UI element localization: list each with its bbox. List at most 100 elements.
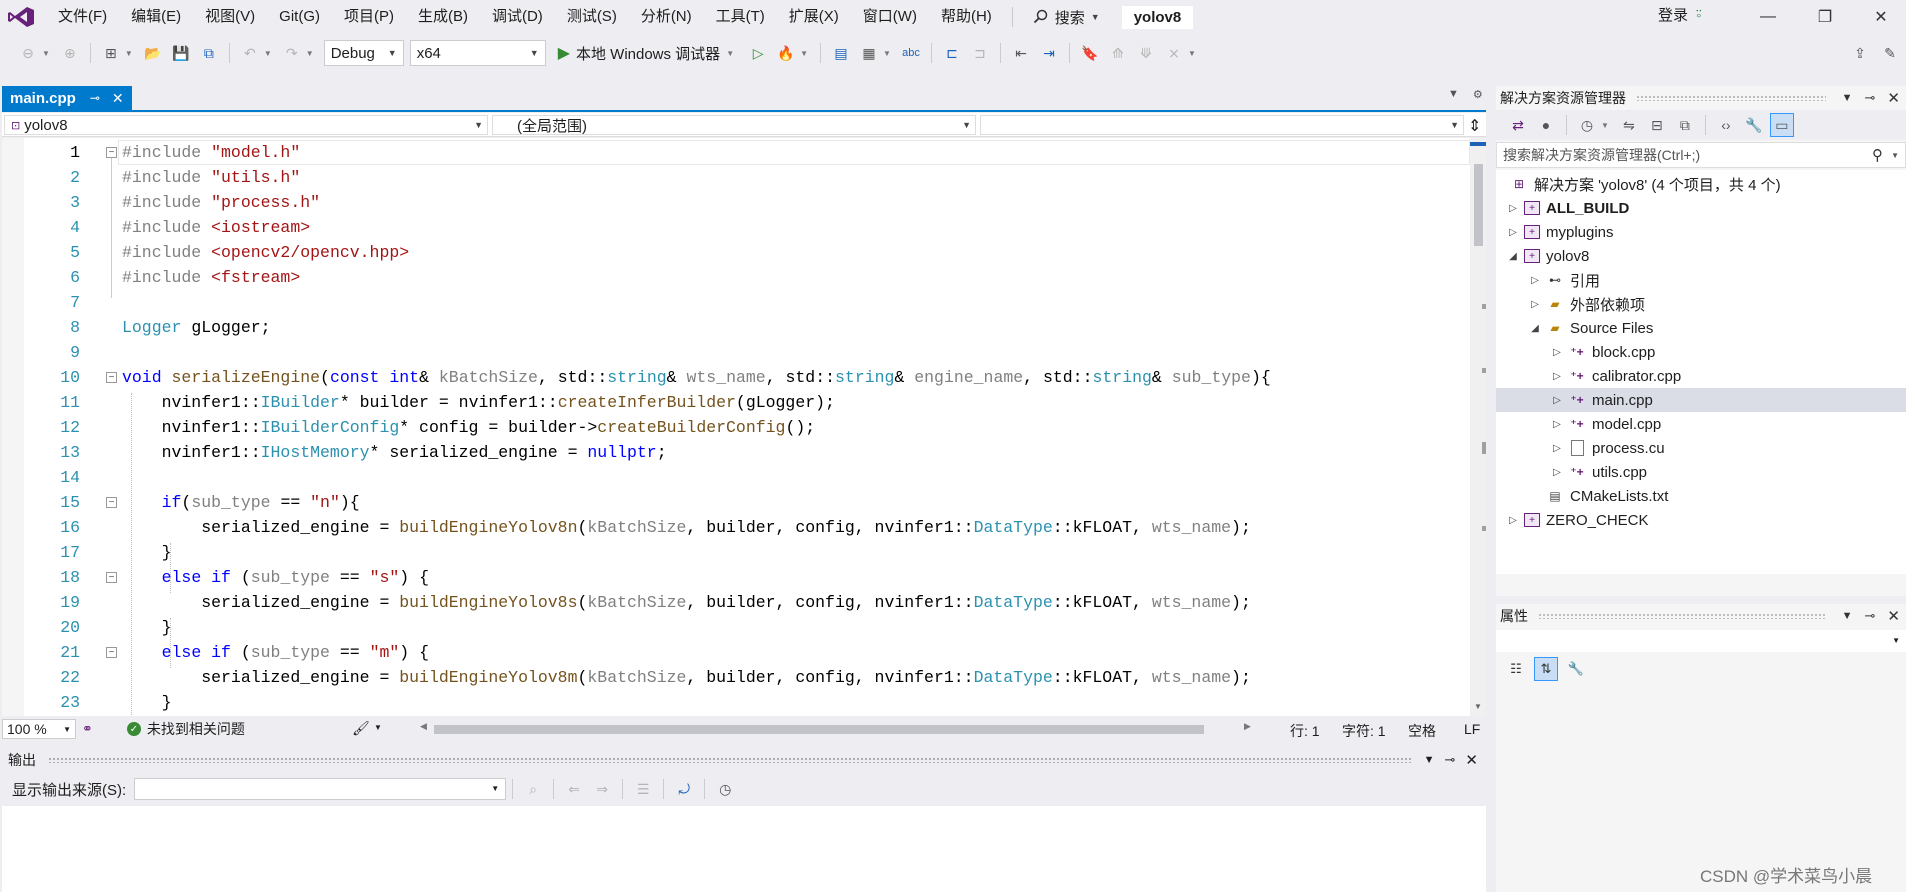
char-indicator[interactable]: 字符: 1	[1342, 721, 1386, 741]
tree-item-file-selected[interactable]: ▷ ⁺+ main.cpp	[1496, 388, 1906, 412]
expand-icon[interactable]: ▷	[1550, 395, 1564, 406]
intellicode-icon[interactable]: ⚭	[82, 721, 93, 737]
scroll-down-icon[interactable]: ▼	[1474, 702, 1482, 711]
collapse-all-icon[interactable]: ⊟	[1645, 113, 1669, 137]
show-all-files-icon[interactable]: ⧉	[1673, 113, 1697, 137]
scrollbar-thumb[interactable]	[1474, 164, 1483, 246]
pending-changes-filter-icon[interactable]: ◷	[1575, 113, 1599, 137]
tree-item-solution[interactable]: ⊞ 解决方案 'yolov8' (4 个项目，共 4 个)	[1496, 172, 1906, 196]
navigate-forward-icon[interactable]: ⊕	[58, 41, 82, 65]
issues-indicator[interactable]: ✓ 未找到相关问题	[126, 719, 245, 739]
tree-item-external-deps[interactable]: ▷ ▰ 外部依赖项	[1496, 292, 1906, 316]
horizontal-scrollbar[interactable]: ◀ ▶	[414, 721, 1254, 734]
sync-icon[interactable]: ⇋	[1617, 113, 1641, 137]
tree-item-file[interactable]: ▷ ⁺+ model.cpp	[1496, 412, 1906, 436]
feedback-icon[interactable]: ✎	[1878, 41, 1902, 65]
clock-icon[interactable]: ◷	[713, 777, 737, 801]
output-source-select[interactable]: ▼	[134, 778, 507, 800]
member-combo[interactable]: ▼	[980, 115, 1464, 135]
output-text-area[interactable]	[2, 806, 1486, 892]
expand-icon[interactable]: ▷	[1506, 203, 1520, 214]
word-wrap-icon[interactable]: ⤾	[672, 777, 696, 801]
close-window-button[interactable]: ✕	[1858, 0, 1904, 34]
close-icon[interactable]: ✕	[1887, 607, 1900, 625]
line-indicator[interactable]: 行: 1	[1290, 721, 1320, 741]
code-text[interactable]: #include "model.h" #include "utils.h" #i…	[122, 140, 1271, 715]
panel-dropdown-icon[interactable]: ▼	[1842, 610, 1853, 622]
collapse-icon[interactable]: −	[106, 647, 117, 658]
close-icon[interactable]: ✕	[1887, 89, 1900, 107]
undo-icon[interactable]: ↶	[238, 41, 262, 65]
panel-dropdown-icon[interactable]: ▼	[1424, 754, 1435, 766]
expand-icon[interactable]: ▷	[1550, 467, 1564, 478]
tree-item-file[interactable]: ▷ ⁺+ block.cpp	[1496, 340, 1906, 364]
categorized-icon[interactable]: ☷	[1504, 657, 1528, 681]
redo-icon[interactable]: ↷	[280, 41, 304, 65]
menu-debug[interactable]: 调试(D)	[480, 0, 555, 34]
gear-icon[interactable]: ⚙	[1473, 88, 1483, 101]
tree-item-file[interactable]: ▷ ⁺+ utils.cpp	[1496, 460, 1906, 484]
login-area[interactable]: 登录 ⍤	[1658, 4, 1704, 25]
tab-main-cpp[interactable]: main.cpp ⊸ ✕	[2, 86, 132, 110]
expand-icon[interactable]: ▷	[1528, 299, 1542, 310]
expand-icon[interactable]: ▷	[1550, 419, 1564, 430]
previous-bookmark-icon[interactable]: ⟰	[1106, 41, 1130, 65]
next-bookmark-icon[interactable]: ⟱	[1134, 41, 1158, 65]
start-debugging-button[interactable]: ▶ 本地 Windows 调试器 ▼	[554, 43, 744, 64]
wrench-icon[interactable]: 🔧	[1742, 113, 1766, 137]
tree-item-project[interactable]: ▷ + ZERO_CHECK	[1496, 508, 1906, 532]
scrollbar-thumb[interactable]	[434, 725, 1204, 734]
platform-select[interactable]: x64 ▼	[409, 40, 546, 66]
view-code-icon[interactable]: ‹›	[1714, 113, 1738, 137]
close-icon[interactable]: ✕	[112, 90, 124, 107]
scope-combo[interactable]: (全局范围) ▼	[492, 115, 976, 135]
menu-help[interactable]: 帮助(H)	[929, 0, 1004, 34]
tree-item-project[interactable]: ▷ + ALL_BUILD	[1496, 196, 1906, 220]
tree-item-file[interactable]: ▷ ⁺+ calibrator.cpp	[1496, 364, 1906, 388]
expand-icon[interactable]: ▷	[1550, 443, 1564, 454]
navigate-back-icon[interactable]: ⊖	[16, 41, 40, 65]
menu-extensions[interactable]: 扩展(X)	[777, 0, 851, 34]
bookmark-icon[interactable]: 🔖	[1078, 41, 1102, 65]
tree-item-file[interactable]: ▤ CMakeLists.txt	[1496, 484, 1906, 508]
menu-git[interactable]: Git(G)	[267, 0, 332, 34]
close-icon[interactable]: ✕	[1465, 751, 1478, 769]
decrease-indent-icon[interactable]: ⇤	[1009, 41, 1033, 65]
tree-item-references[interactable]: ▷ ⊷ 引用	[1496, 268, 1906, 292]
tab-list-dropdown-icon[interactable]: ▼	[1448, 88, 1459, 101]
tree-item-source-files[interactable]: ◢ ▰ Source Files	[1496, 316, 1906, 340]
switch-views-icon[interactable]: ⇄	[1506, 113, 1530, 137]
hot-reload-icon[interactable]: 🔥	[774, 41, 798, 65]
tree-item-project[interactable]: ◢ + yolov8	[1496, 244, 1906, 268]
panel-dropdown-icon[interactable]: ▼	[1842, 92, 1853, 104]
alphabetical-icon[interactable]: ⇅	[1534, 657, 1558, 681]
drag-grip[interactable]	[1636, 95, 1826, 101]
drag-grip[interactable]	[48, 757, 1412, 763]
pin-icon[interactable]: ⊸	[90, 91, 100, 105]
open-folder-icon[interactable]: 📂	[141, 41, 165, 65]
share-icon[interactable]: ⇪	[1848, 41, 1872, 65]
pin-icon[interactable]: ⊸	[1865, 90, 1876, 106]
vertical-scrollbar[interactable]: ▼	[1470, 138, 1486, 716]
new-project-icon[interactable]: ⊞	[99, 41, 123, 65]
indicator-margin[interactable]	[2, 138, 24, 716]
menu-view[interactable]: 视图(V)	[193, 0, 267, 34]
home-icon[interactable]: ●	[1534, 113, 1558, 137]
solution-explorer-toolbar-icon[interactable]: ▤	[829, 41, 853, 65]
properties-object-select[interactable]: ▼	[1496, 630, 1906, 652]
panel-splitter[interactable]	[1488, 86, 1494, 892]
maximize-button[interactable]: ❐	[1802, 0, 1848, 34]
expand-icon[interactable]: ▷	[1506, 227, 1520, 238]
project-combo[interactable]: ⊡ yolov8 ▼	[4, 115, 488, 135]
pin-icon[interactable]: ⊸	[1865, 608, 1876, 624]
code-editor[interactable]: 1 2 3 4 5 6 7 8 9 10 11 12 13 14 15 16 17 18 19 20 21 22 23 − …	[2, 138, 1470, 716]
search-menu[interactable]: 搜索 ▼	[1021, 7, 1112, 28]
indent-indicator[interactable]: 空格	[1408, 721, 1436, 741]
tree-item-project[interactable]: ▷ + myplugins	[1496, 220, 1906, 244]
clear-bookmarks-icon[interactable]: ⨯	[1162, 41, 1186, 65]
find-message-icon[interactable]: ⌕	[521, 777, 545, 801]
collapse-icon[interactable]: ◢	[1506, 251, 1520, 262]
collapse-icon[interactable]: −	[106, 372, 117, 383]
collapse-icon[interactable]: ◢	[1528, 323, 1542, 334]
expand-icon[interactable]: ▷	[1550, 371, 1564, 382]
